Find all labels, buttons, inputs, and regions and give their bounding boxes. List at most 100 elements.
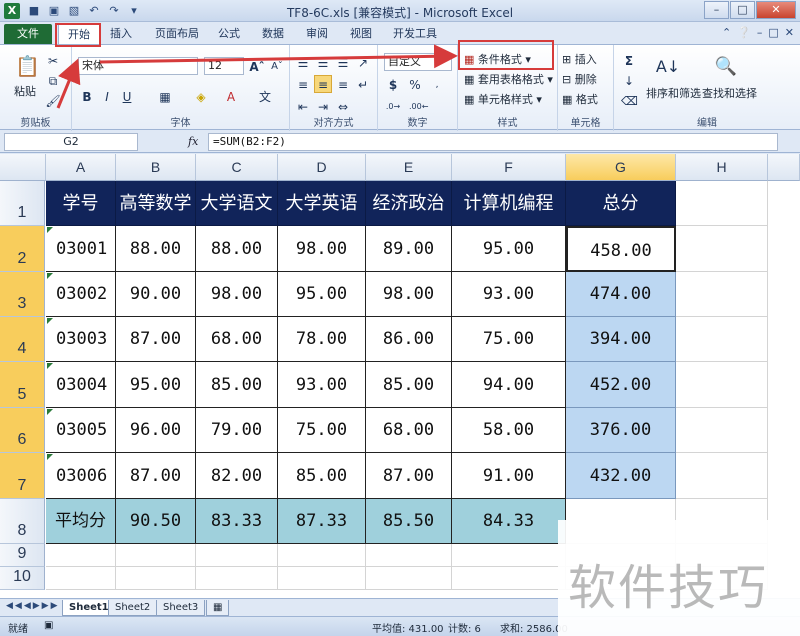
format-painter-icon[interactable]: 🖌 <box>44 91 62 109</box>
tab-page-layout[interactable]: 页面布局 <box>150 24 204 44</box>
orientation-icon[interactable]: ↗ <box>354 53 372 71</box>
workbook-close-icon[interactable]: ✕ <box>785 26 794 39</box>
formula-input[interactable]: =SUM(B2:F2) <box>208 133 778 151</box>
tab-developer[interactable]: 开发工具 <box>388 24 442 44</box>
select-all-corner[interactable] <box>0 154 46 181</box>
table-cell[interactable]: 90.00 <box>116 272 196 317</box>
font-name-combobox[interactable]: 宋体 <box>78 57 198 75</box>
table-cell[interactable]: 58.00 <box>452 408 566 453</box>
table-header-cell[interactable]: 高等数学 <box>116 181 196 226</box>
sheet-tab-sheet2[interactable]: Sheet2 <box>108 600 158 616</box>
clear-icon[interactable]: ⌫ <box>620 91 638 109</box>
table-cell[interactable]: 03006 <box>46 453 116 499</box>
tab-review[interactable]: 审阅 <box>302 24 332 44</box>
insert-sheet-icon[interactable]: ▦ <box>206 600 230 616</box>
delete-cells-button[interactable]: ⊟ 删除 <box>562 71 597 87</box>
increase-font-icon[interactable]: Aˆ <box>248 57 266 75</box>
paste-button[interactable]: 粘贴 <box>14 83 36 99</box>
average-cell[interactable]: 85.50 <box>366 499 452 544</box>
grid-cell[interactable] <box>278 544 366 567</box>
table-cell[interactable]: 68.00 <box>196 317 278 362</box>
fill-icon[interactable]: ↓ <box>620 71 638 89</box>
table-cell[interactable]: 85.00 <box>196 362 278 408</box>
table-cell[interactable]: 95.00 <box>278 272 366 317</box>
tab-formulas[interactable]: 公式 <box>214 24 244 44</box>
table-cell[interactable]: 95.00 <box>116 362 196 408</box>
comma-style-icon[interactable]: , <box>428 75 446 93</box>
table-header-cell[interactable]: 大学英语 <box>278 181 366 226</box>
table-cell[interactable]: 95.00 <box>452 226 566 272</box>
cut-icon[interactable]: ✂ <box>44 51 62 69</box>
row-header[interactable]: 2 <box>0 226 45 272</box>
grid-cell[interactable] <box>278 567 366 590</box>
column-header[interactable]: F <box>452 154 566 181</box>
find-select-button[interactable]: 查找和选择 <box>702 85 757 101</box>
phonetic-icon[interactable]: 文 <box>256 87 274 105</box>
font-color-icon[interactable]: A <box>222 87 240 105</box>
table-cell[interactable]: 87.00 <box>116 317 196 362</box>
align-left-icon[interactable]: ≡ <box>294 75 312 93</box>
grid-cell[interactable] <box>46 567 116 590</box>
active-cell[interactable]: 458.00 <box>566 226 676 272</box>
binoculars-icon[interactable]: 🔍 <box>712 51 740 81</box>
grid-cell[interactable] <box>676 181 768 226</box>
average-label-cell[interactable]: 平均分 <box>46 499 116 544</box>
average-cell[interactable]: 90.50 <box>116 499 196 544</box>
sort-filter-icon[interactable]: A↓ <box>654 51 682 81</box>
total-cell[interactable]: 376.00 <box>566 408 676 453</box>
grid-cell[interactable] <box>676 453 768 499</box>
table-cell[interactable]: 68.00 <box>366 408 452 453</box>
maximize-button[interactable]: □ <box>730 1 755 19</box>
table-cell[interactable]: 75.00 <box>452 317 566 362</box>
format-cells-button[interactable]: ▦ 格式 <box>562 91 598 107</box>
name-box[interactable]: G2 <box>4 133 138 151</box>
minimize-button[interactable]: – <box>704 1 729 19</box>
align-middle-icon[interactable]: ☰ <box>314 53 332 71</box>
grid-cell[interactable] <box>676 317 768 362</box>
cell-styles-button[interactable]: ▦ 单元格样式 ▾ <box>464 91 542 107</box>
row-header[interactable]: 8 <box>0 499 45 544</box>
table-cell[interactable]: 96.00 <box>116 408 196 453</box>
font-size-combobox[interactable]: 12 <box>204 57 244 75</box>
column-header-selected[interactable]: G <box>566 154 676 181</box>
total-cell[interactable]: 474.00 <box>566 272 676 317</box>
insert-cells-button[interactable]: ⊞ 插入 <box>562 51 597 67</box>
minimize-ribbon-icon[interactable]: ⌃ <box>722 26 731 39</box>
total-cell[interactable]: 452.00 <box>566 362 676 408</box>
table-cell[interactable]: 85.00 <box>278 453 366 499</box>
bold-button[interactable]: B <box>78 87 96 105</box>
grid-cell[interactable] <box>676 226 768 272</box>
grid-cell[interactable] <box>366 544 452 567</box>
tab-file[interactable]: 文件 <box>4 24 52 44</box>
table-cell[interactable]: 85.00 <box>366 362 452 408</box>
row-header[interactable]: 4 <box>0 317 45 362</box>
grid-cell[interactable] <box>452 567 566 590</box>
tab-view[interactable]: 视图 <box>346 24 376 44</box>
close-button[interactable]: ✕ <box>756 1 796 19</box>
table-cell[interactable]: 82.00 <box>196 453 278 499</box>
increase-decimal-icon[interactable]: .0→ <box>384 97 402 115</box>
grid-cell[interactable] <box>452 544 566 567</box>
fill-color-icon[interactable]: ◈ <box>192 87 210 105</box>
paste-icon[interactable]: 📋 <box>14 51 40 79</box>
row-header[interactable]: 1 <box>0 181 45 226</box>
currency-button[interactable]: $ <box>384 75 402 93</box>
grid-cell[interactable] <box>676 272 768 317</box>
table-cell[interactable]: 86.00 <box>366 317 452 362</box>
decrease-font-icon[interactable]: Aˇ <box>268 57 286 75</box>
tab-insert[interactable]: 插入 <box>106 24 136 44</box>
grid-cell[interactable] <box>116 567 196 590</box>
table-cell[interactable]: 03004 <box>46 362 116 408</box>
table-cell[interactable]: 79.00 <box>196 408 278 453</box>
column-header[interactable]: D <box>278 154 366 181</box>
total-cell[interactable]: 394.00 <box>566 317 676 362</box>
table-cell[interactable]: 89.00 <box>366 226 452 272</box>
grid-cell[interactable] <box>196 544 278 567</box>
row-header[interactable]: 7 <box>0 453 45 499</box>
column-header[interactable]: E <box>366 154 452 181</box>
workbook-restore-icon[interactable]: □ <box>768 26 778 39</box>
grid-cell[interactable] <box>676 408 768 453</box>
table-header-cell[interactable]: 学号 <box>46 181 116 226</box>
table-cell[interactable]: 75.00 <box>278 408 366 453</box>
grid-cell[interactable] <box>116 544 196 567</box>
